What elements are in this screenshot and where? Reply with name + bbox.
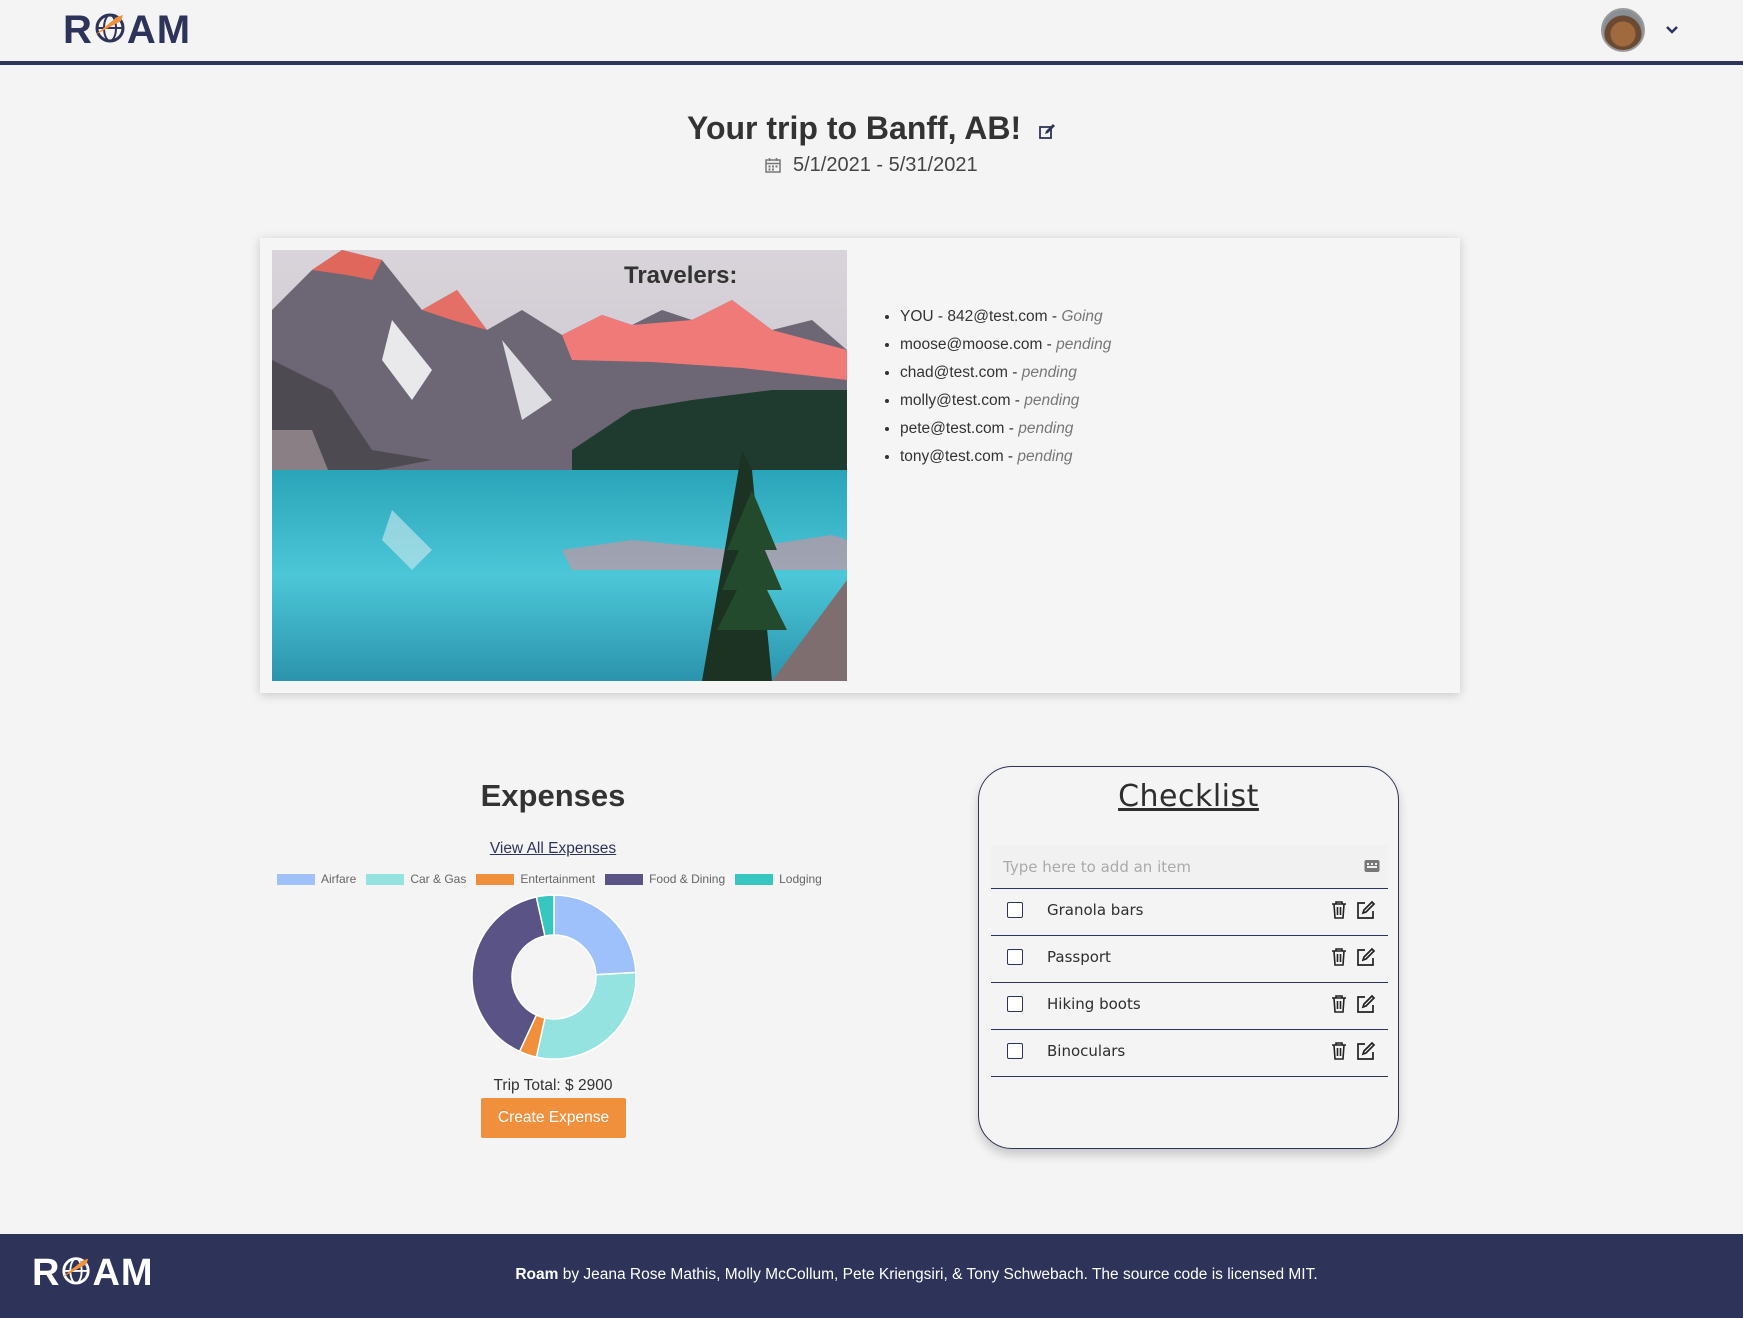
edit-item-icon[interactable] (1356, 947, 1376, 967)
edit-item-icon[interactable] (1356, 994, 1376, 1014)
donut-slice-airfare[interactable] (553, 894, 637, 976)
calendar-icon (765, 156, 782, 179)
chevron-down-icon[interactable] (1662, 20, 1682, 40)
legend-label: Entertainment (520, 872, 596, 886)
legend-label: Food & Dining (649, 872, 726, 886)
trash-icon[interactable] (1331, 901, 1347, 919)
traveler-status: pending (1024, 392, 1080, 409)
traveler-status: pending (1018, 420, 1074, 437)
top-navbar: R AM (0, 0, 1743, 65)
item-label: Granola bars (1047, 901, 1144, 919)
traveler-item: moose@moose.com - pending (900, 334, 1111, 362)
checklist-card: Checklist Granola bars Passport Hiking b… (978, 766, 1399, 1149)
traveler-email: tony@test.com (900, 448, 1004, 465)
trash-icon[interactable] (1331, 1042, 1347, 1060)
item-checkbox[interactable] (1007, 949, 1023, 965)
separator: - (1010, 392, 1025, 409)
trip-total: Trip Total: $ 2900 (493, 1077, 613, 1094)
traveler-item: chad@test.com - pending (900, 362, 1111, 390)
travelers-heading: Travelers: (624, 262, 738, 289)
item-checkbox[interactable] (1007, 996, 1023, 1012)
legend-swatch (735, 873, 774, 885)
legend-swatch (366, 873, 405, 885)
checklist-title: Checklist (1118, 779, 1259, 814)
checklist-add-row (991, 845, 1388, 889)
item-checkbox[interactable] (1007, 902, 1023, 918)
traveler-email: YOU - 842@test.com (900, 308, 1048, 325)
checklist-item: Hiking boots (991, 983, 1388, 1030)
create-expense-button[interactable]: Create Expense (481, 1098, 626, 1138)
trip-dates: 5/1/2021 - 5/31/2021 (0, 154, 1743, 179)
traveler-email: molly@test.com (900, 392, 1011, 409)
separator: - (1004, 420, 1019, 437)
edit-item-icon[interactable] (1356, 900, 1376, 920)
legend-label: Car & Gas (410, 872, 467, 886)
edit-item-icon[interactable] (1356, 1041, 1376, 1061)
item-label: Binoculars (1047, 1042, 1126, 1060)
legend-label: Airfare (321, 872, 357, 886)
destination-photo (272, 250, 847, 681)
traveler-item: tony@test.com - pending (900, 446, 1111, 474)
logo-text-am: AM (126, 8, 192, 52)
trip-title-text: Your trip to Banff, AB! (686, 110, 1022, 146)
travelers-list: YOU - 842@test.com - Going moose@moose.c… (900, 306, 1111, 474)
legend-item[interactable]: Entertainment (476, 872, 595, 886)
traveler-status: pending (1056, 336, 1112, 353)
traveler-item: molly@test.com - pending (900, 390, 1111, 418)
traveler-item: pete@test.com - pending (900, 418, 1111, 446)
user-avatar[interactable] (1601, 8, 1645, 52)
separator: - (1003, 448, 1018, 465)
item-label: Passport (1047, 948, 1111, 966)
add-item-input[interactable] (991, 845, 1345, 889)
legend-swatch (277, 873, 315, 885)
traveler-status: pending (1021, 364, 1077, 381)
roam-logo[interactable]: R AM (63, 8, 191, 53)
legend-swatch (476, 873, 515, 885)
trip-dates-text: 5/1/2021 - 5/31/2021 (792, 154, 978, 176)
legend-item[interactable]: Car & Gas (366, 872, 466, 886)
edit-trip-icon[interactable] (1038, 112, 1056, 149)
traveler-status: Going (1061, 308, 1103, 325)
view-all-expenses-link[interactable]: View All Expenses (453, 840, 653, 858)
trash-icon[interactable] (1331, 995, 1347, 1013)
legend-item[interactable]: Airfare (277, 872, 356, 886)
expenses-donut-chart (471, 894, 637, 1060)
logo-text-r: R (63, 8, 93, 52)
trip-title: Your trip to Banff, AB! (0, 110, 1743, 149)
globe-plane-icon (93, 8, 127, 53)
traveler-email: pete@test.com (900, 420, 1005, 437)
legend-item[interactable]: Lodging (735, 872, 822, 886)
donut-slice-car-gas[interactable] (535, 971, 637, 1060)
expenses-heading: Expenses (480, 778, 626, 813)
footer: R AM Roam by Jeana Rose Mathis, Molly Mc… (0, 1234, 1743, 1318)
traveler-email: chad@test.com (900, 364, 1008, 381)
checklist-item: Passport (991, 936, 1388, 983)
footer-credits-text: by Jeana Rose Mathis, Molly McCollum, Pe… (562, 1266, 1318, 1283)
footer-brand: Roam (515, 1266, 559, 1283)
legend-label: Lodging (779, 872, 822, 886)
legend-swatch (605, 873, 644, 885)
item-label: Hiking boots (1047, 995, 1141, 1013)
checklist-item: Granola bars (991, 889, 1388, 936)
legend-item[interactable]: Food & Dining (605, 872, 725, 886)
separator: - (1047, 308, 1062, 325)
checklist-item: Binoculars (991, 1030, 1388, 1077)
separator: - (1007, 364, 1022, 381)
keyboard-icon[interactable] (1364, 859, 1380, 873)
separator: - (1042, 336, 1057, 353)
trip-overview-card (260, 238, 1460, 693)
trash-icon[interactable] (1331, 948, 1347, 966)
traveler-status: pending (1017, 448, 1073, 465)
traveler-email: moose@moose.com (900, 336, 1043, 353)
footer-credits: Roam by Jeana Rose Mathis, Molly McCollu… (0, 1266, 1743, 1284)
item-checkbox[interactable] (1007, 1043, 1023, 1059)
chart-legend: Airfare Car & Gas Entertainment Food & Dini… (277, 871, 832, 887)
traveler-item: YOU - 842@test.com - Going (900, 306, 1111, 334)
